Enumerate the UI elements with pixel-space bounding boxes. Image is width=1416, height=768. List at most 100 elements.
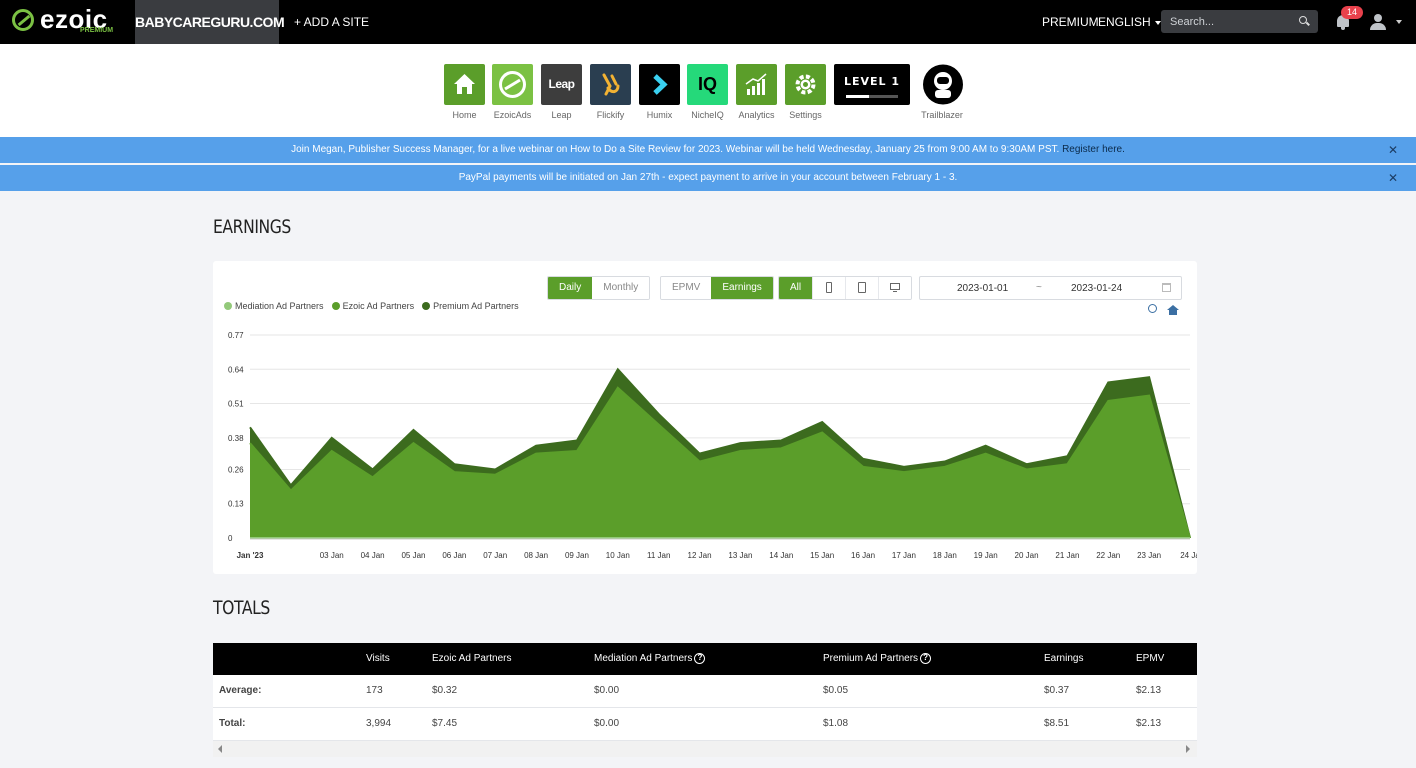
- level-badge: LEVEL 1: [834, 64, 910, 105]
- x-tick-label: 04 Jan: [361, 551, 385, 560]
- humix-icon: [639, 64, 680, 105]
- astronaut-icon: [921, 64, 963, 105]
- cell-epmv: $2.13: [1136, 718, 1162, 729]
- notification-badge: 14: [1341, 6, 1363, 19]
- x-tick-label: 06 Jan: [442, 551, 466, 560]
- home-icon: [444, 64, 485, 105]
- site-selector[interactable]: BABYCAREGURU.COM: [135, 0, 285, 44]
- col-premium-label: Premium Ad Partners: [823, 653, 919, 664]
- app-level[interactable]: LEVEL 1: [834, 64, 910, 124]
- banner-text: Join Megan, Publisher Success Manager, f…: [291, 144, 1060, 155]
- app-leap[interactable]: Leap Leap: [541, 64, 582, 124]
- search-icon[interactable]: [1299, 16, 1307, 24]
- close-icon[interactable]: ✕: [1388, 165, 1398, 191]
- x-tick-label: 20 Jan: [1015, 551, 1039, 560]
- app-label: Flickify: [596, 110, 625, 120]
- x-tick-label: 11 Jan: [647, 551, 670, 560]
- app-ezoicads[interactable]: EzoicAds: [492, 64, 533, 124]
- user-icon[interactable]: [1369, 13, 1387, 31]
- add-site-link[interactable]: + ADD A SITE: [294, 0, 369, 44]
- level-tile-text: LEVEL 1: [843, 75, 901, 88]
- x-tick-label: 09 Jan: [565, 551, 589, 560]
- chevron-down-icon[interactable]: [1396, 20, 1402, 24]
- totals-title: TOTALS: [213, 597, 270, 619]
- scroll-right-icon[interactable]: [1186, 745, 1190, 753]
- payment-banner: PayPal payments will be initiated on Jan…: [0, 165, 1416, 191]
- app-trailblazer[interactable]: Trailblazer: [921, 64, 963, 124]
- scroll-left-icon[interactable]: [218, 745, 222, 753]
- app-launcher-bar: Home EzoicAds Leap Leap Flickify Humix I…: [0, 44, 1416, 137]
- x-tick-label: 08 Jan: [524, 551, 548, 560]
- cell-mediation: $0.00: [594, 718, 620, 729]
- app-label: EzoicAds: [493, 110, 532, 120]
- premium-link[interactable]: PREMIUM: [1042, 0, 1099, 44]
- col-earnings: Earnings: [1044, 653, 1084, 664]
- x-tick-label: 05 Jan: [401, 551, 425, 560]
- help-icon[interactable]: ?: [920, 652, 932, 664]
- x-tick-label: 16 Jan: [851, 551, 875, 560]
- col-premium: Premium Ad Partners?: [823, 643, 932, 675]
- y-tick-label: 0.13: [228, 500, 244, 509]
- x-tick-label: 03 Jan: [320, 551, 344, 560]
- table-header: Visits Ezoic Ad Partners Mediation Ad Pa…: [213, 643, 1197, 675]
- y-tick-label: 0.77: [228, 331, 244, 340]
- ezoic-logo[interactable]: ezoic PREMIUM: [12, 4, 122, 38]
- app-label: Home: [452, 110, 477, 120]
- x-tick-label: 10 Jan: [606, 551, 630, 560]
- ezoic-logo-icon: [12, 9, 34, 31]
- x-tick-label: 22 Jan: [1096, 551, 1120, 560]
- nicheiq-tile-text: IQ: [697, 74, 717, 94]
- app-home[interactable]: Home: [444, 64, 485, 124]
- nicheiq-icon: IQ: [687, 64, 728, 105]
- table-row: Average: 173 $0.32 $0.00 $0.05 $0.37 $2.…: [213, 675, 1197, 708]
- table-row: Total: 3,994 $7.45 $0.00 $1.08 $8.51 $2.…: [213, 708, 1197, 741]
- col-visits: Visits: [366, 653, 390, 664]
- cell-earnings: $8.51: [1044, 718, 1070, 729]
- x-tick-label: Jan '23: [237, 551, 264, 560]
- y-tick-label: 0.26: [228, 465, 244, 474]
- top-navbar: ezoic PREMIUM BABYCAREGURU.COM + ADD A S…: [0, 0, 1416, 44]
- app-nicheiq[interactable]: IQ NicheIQ: [687, 64, 728, 124]
- earnings-title: EARNINGS: [213, 216, 291, 238]
- x-tick-label: 18 Jan: [933, 551, 957, 560]
- app-analytics[interactable]: Analytics: [736, 64, 777, 124]
- earnings-chart-card: Daily Monthly EPMV Earnings All 2023-01-…: [213, 261, 1197, 574]
- app-humix[interactable]: Humix: [639, 64, 680, 124]
- col-mediation: Mediation Ad Partners?: [594, 643, 706, 675]
- col-ezoic: Ezoic Ad Partners: [432, 653, 512, 664]
- x-tick-label: 15 Jan: [810, 551, 834, 560]
- app-flickify[interactable]: Flickify: [590, 64, 631, 124]
- app-settings[interactable]: Settings: [785, 64, 826, 124]
- close-icon[interactable]: ✕: [1388, 137, 1398, 163]
- y-tick-label: 0.64: [228, 365, 244, 374]
- col-mediation-label: Mediation Ad Partners: [594, 653, 693, 664]
- app-label: Leap: [551, 110, 572, 120]
- search-input[interactable]: [1161, 10, 1318, 33]
- cell-premium: $1.08: [823, 718, 849, 729]
- leap-tile-text: Leap: [548, 77, 575, 91]
- app-label: Settings: [789, 110, 822, 120]
- cell-ezoic: $7.45: [432, 718, 458, 729]
- logo-subtext: PREMIUM: [80, 27, 114, 34]
- x-tick-label: 21 Jan: [1055, 551, 1079, 560]
- x-tick-label: 24 Ja: [1180, 551, 1197, 560]
- cell-ezoic: $0.32: [432, 685, 458, 696]
- cell-earnings: $0.37: [1044, 685, 1070, 696]
- x-tick-label: 14 Jan: [769, 551, 793, 560]
- help-icon[interactable]: ?: [694, 652, 706, 664]
- flickify-icon: [590, 64, 631, 105]
- row-label: Average:: [219, 685, 262, 696]
- register-link[interactable]: Register here.: [1062, 144, 1125, 155]
- language-dropdown[interactable]: ENGLISH: [1098, 0, 1161, 44]
- leap-icon: Leap: [541, 64, 582, 105]
- x-tick-label: 07 Jan: [483, 551, 507, 560]
- app-label: Analytics: [738, 110, 775, 120]
- cell-visits: 173: [366, 685, 383, 696]
- webinar-banner: Join Megan, Publisher Success Manager, f…: [0, 137, 1416, 163]
- chevron-down-icon: [1154, 20, 1161, 25]
- earnings-area-chart[interactable]: 0 0.13 0.26 0.38 0.51 0.64 0.77 Jan '23 03 Jan 04…: [213, 261, 1197, 574]
- x-tick-label: 17 Jan: [892, 551, 916, 560]
- y-tick-label: 0.51: [228, 400, 244, 409]
- horizontal-scrollbar[interactable]: [213, 741, 1197, 757]
- col-epmv: EPMV: [1136, 653, 1165, 664]
